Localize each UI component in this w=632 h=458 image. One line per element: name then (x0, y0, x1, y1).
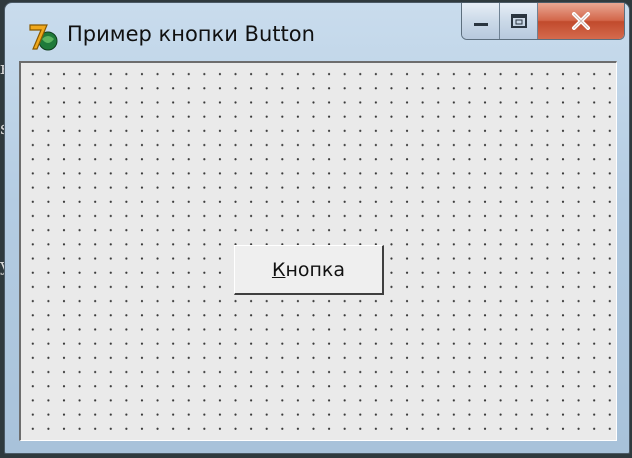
form-design-area[interactable]: Кнопка (19, 61, 617, 441)
application-window: Пример кнопки Button К нопка (4, 2, 630, 454)
window-title: Пример кнопки Button (67, 22, 315, 46)
knopka-button[interactable]: Кнопка (234, 245, 384, 295)
maximize-button[interactable] (500, 3, 538, 39)
maximize-icon (510, 14, 527, 28)
minimize-icon (473, 23, 488, 26)
caption-buttons (461, 3, 625, 40)
delphi-7-icon (29, 24, 58, 51)
close-icon (572, 12, 590, 30)
minimize-button[interactable] (462, 3, 500, 39)
button-accelerator: К (271, 258, 286, 281)
close-button[interactable] (538, 3, 624, 39)
title-bar[interactable]: Пример кнопки Button (5, 3, 629, 63)
button-label: нопка (285, 258, 346, 281)
